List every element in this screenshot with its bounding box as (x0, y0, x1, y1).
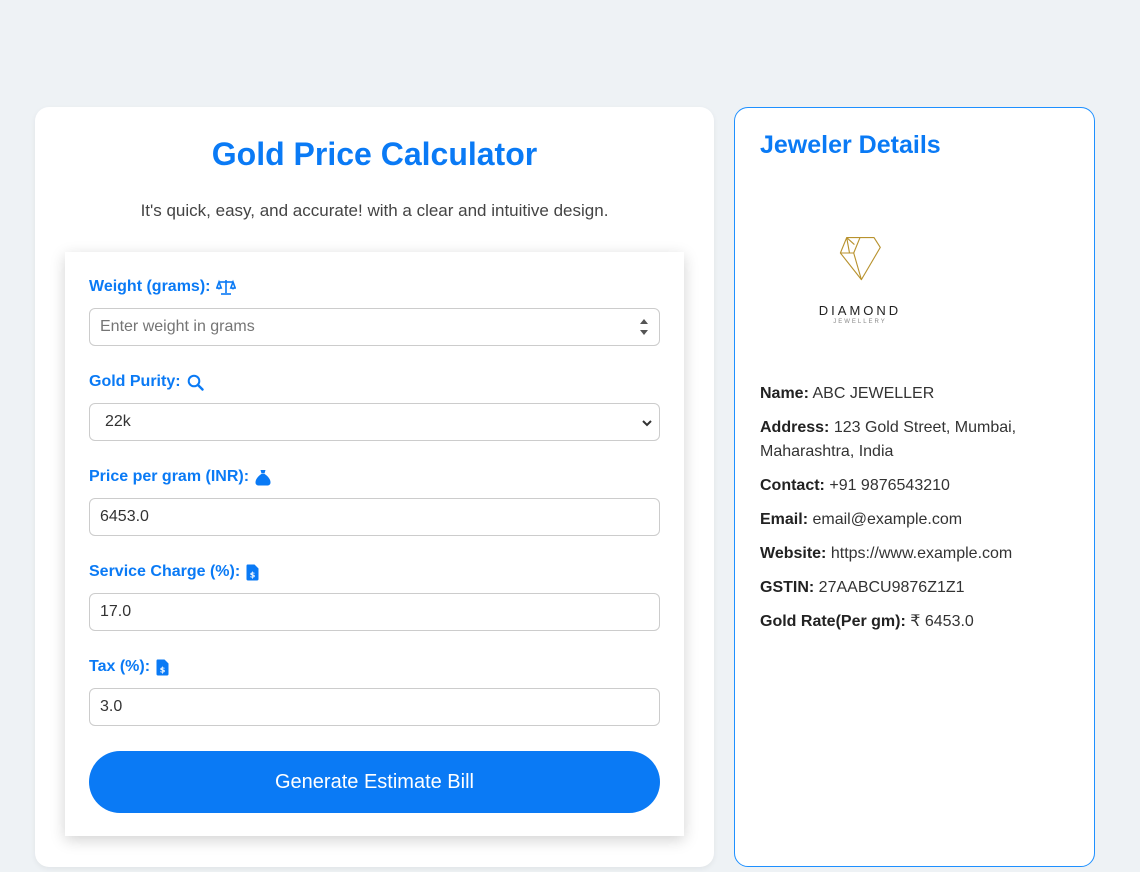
purity-select[interactable]: 22k (89, 403, 660, 441)
detail-website: Website: https://www.example.com (760, 542, 1070, 566)
detail-contact: Contact: +91 9876543210 (760, 474, 1070, 498)
weight-label-text: Weight (grams): (89, 278, 211, 295)
detail-label: GSTIN: (760, 579, 815, 596)
detail-label: Gold Rate(Per gm): (760, 613, 906, 630)
calculator-subtitle: It's quick, easy, and accurate! with a c… (140, 201, 609, 220)
logo-subtitle: JEWELLERY (833, 319, 887, 325)
purity-selected-value: 22k (105, 413, 131, 430)
tax-label: Tax (%): $ (89, 658, 169, 676)
svg-text:$: $ (160, 665, 166, 674)
price-input[interactable]: 6453.0 (89, 498, 660, 536)
detail-label: Contact: (760, 477, 825, 494)
detail-value: https://www.example.com (830, 545, 1013, 562)
detail-email: Email: email@example.com (760, 508, 1070, 532)
detail-value: email@example.com (812, 511, 963, 528)
increment-icon[interactable] (640, 319, 648, 324)
tax-input[interactable]: 3.0 (89, 688, 660, 726)
detail-address: Address: 123 Gold Street, Mumbai, Mahara… (760, 416, 1070, 464)
tax-value: 3.0 (100, 698, 123, 715)
purity-label-text: Gold Purity: (89, 373, 181, 390)
detail-gstin: GSTIN: 27AABCU9876Z1Z1 (760, 576, 1070, 600)
price-label-text: Price per gram (INR): (89, 468, 250, 485)
invoice-icon: $ (156, 659, 169, 676)
detail-value: ₹ 6453.0 (910, 613, 974, 630)
detail-label: Website: (760, 545, 827, 562)
detail-value: 27AABCU9876Z1Z1 (818, 579, 965, 596)
weight-input[interactable]: Enter weight in grams (89, 308, 660, 346)
price-label: Price per gram (INR): (89, 468, 271, 486)
logo-name: DIAMOND (818, 303, 902, 318)
service-charge-label-text: Service Charge (%): (89, 563, 241, 580)
diamond-logo (839, 237, 881, 281)
decrement-icon[interactable] (640, 330, 648, 335)
generate-estimate-button[interactable]: Generate Estimate Bill (89, 751, 660, 813)
calculator-title: Gold Price Calculator (211, 136, 538, 172)
detail-label: Name: (760, 385, 809, 402)
scale-icon (216, 279, 237, 295)
price-value: 6453.0 (100, 508, 149, 525)
weight-placeholder: Enter weight in grams (100, 318, 255, 335)
invoice-icon: $ (246, 564, 259, 581)
service-charge-label: Service Charge (%): $ (89, 563, 259, 581)
detail-name: Name: ABC JEWELLER (760, 382, 1070, 406)
service-charge-input[interactable]: 17.0 (89, 593, 660, 631)
detail-label: Address: (760, 419, 830, 436)
svg-text:$: $ (250, 570, 256, 579)
search-icon (187, 374, 204, 391)
detail-gold-rate: Gold Rate(Per gm): ₹ 6453.0 (760, 610, 1070, 634)
purity-label: Gold Purity: (89, 373, 204, 391)
detail-value: +91 9876543210 (829, 477, 950, 494)
weight-stepper[interactable] (639, 319, 649, 335)
weight-label: Weight (grams): (89, 278, 237, 296)
tax-label-text: Tax (%): (89, 658, 151, 675)
jeweler-details-title: Jeweler Details (760, 131, 941, 159)
service-charge-value: 17.0 (100, 603, 132, 620)
chevron-down-icon (641, 416, 653, 434)
detail-label: Email: (760, 511, 809, 528)
detail-value: ABC JEWELLER (812, 385, 935, 402)
money-bag-icon (255, 469, 271, 486)
